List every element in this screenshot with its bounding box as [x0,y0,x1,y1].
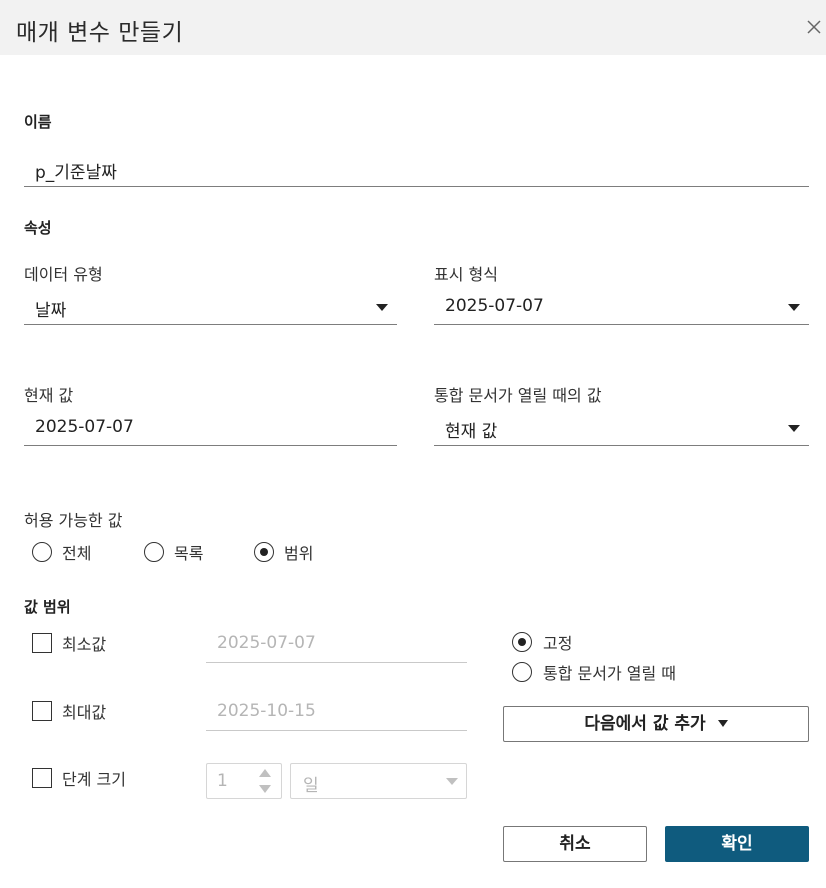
current-value-value: 2025-07-07 [35,417,134,437]
display-format-select[interactable]: 2025-07-07 [434,290,809,325]
step-unit-value: 일 [303,776,319,796]
chevron-down-icon [446,778,458,785]
value-on-open-value: 현재 값 [445,422,498,442]
name-section-label: 이름 [24,113,52,131]
close-icon[interactable] [806,16,822,38]
allowable-range-radio[interactable] [254,542,274,562]
value-range-section-label: 값 범위 [24,598,71,616]
step-unit-select[interactable]: 일 [290,763,467,799]
data-type-label: 데이터 유형 [24,265,103,284]
current-value-input[interactable]: 2025-07-07 [24,411,397,446]
stepper-down-icon[interactable] [259,785,271,793]
minimum-checkbox[interactable] [32,633,52,653]
range-on-open-label[interactable]: 통합 문서가 열릴 때 [543,660,676,684]
maximum-label[interactable]: 최대값 [62,699,106,723]
data-type-select[interactable]: 날짜 [24,290,397,325]
minimum-input[interactable]: 2025-07-07 [206,627,467,663]
current-value-label: 현재 값 [24,386,74,405]
value-on-open-select[interactable]: 현재 값 [434,411,809,446]
chevron-down-icon [376,304,388,311]
step-size-label[interactable]: 단계 크기 [62,766,126,790]
step-size-checkbox[interactable] [32,768,52,788]
allowable-range-label[interactable]: 범위 [284,540,313,564]
cancel-button[interactable]: 취소 [503,826,647,862]
chevron-down-icon [788,304,800,311]
stepper-up-icon[interactable] [259,769,271,777]
minimum-label[interactable]: 최소값 [62,631,106,655]
allowable-all-label[interactable]: 전체 [62,540,91,564]
dialog-title: 매개 변수 만들기 [16,20,184,46]
allowable-list-radio[interactable] [144,542,164,562]
properties-section-label: 속성 [24,219,52,237]
range-on-open-radio[interactable] [512,662,532,682]
chevron-down-icon [788,425,800,432]
data-type-value: 날짜 [35,301,67,321]
maximum-checkbox[interactable] [32,701,52,721]
name-input[interactable]: p_기준날짜 [24,152,809,187]
dialog-title-bar: 매개 변수 만들기 [0,0,826,55]
range-fixed-label[interactable]: 고정 [543,630,572,654]
display-format-label: 표시 형식 [434,265,498,284]
display-format-value: 2025-07-07 [445,296,544,316]
allowable-list-label[interactable]: 목록 [174,540,203,564]
step-size-stepper[interactable]: 1 [206,763,282,799]
name-input-value: p_기준날짜 [35,163,117,183]
maximum-placeholder: 2025-10-15 [217,701,316,721]
value-on-open-label: 통합 문서가 열릴 때의 값 [434,386,602,405]
maximum-input[interactable]: 2025-10-15 [206,695,467,731]
ok-button[interactable]: 확인 [665,826,809,862]
caret-down-icon [717,720,728,727]
range-fixed-radio[interactable] [512,632,532,652]
add-values-from-label: 다음에서 값 추가 [584,714,706,734]
step-size-value: 1 [217,771,228,791]
allowable-all-radio[interactable] [32,542,52,562]
allowable-values-label: 허용 가능한 값 [24,511,123,530]
add-values-from-button[interactable]: 다음에서 값 추가 [503,706,809,742]
minimum-placeholder: 2025-07-07 [217,633,316,653]
